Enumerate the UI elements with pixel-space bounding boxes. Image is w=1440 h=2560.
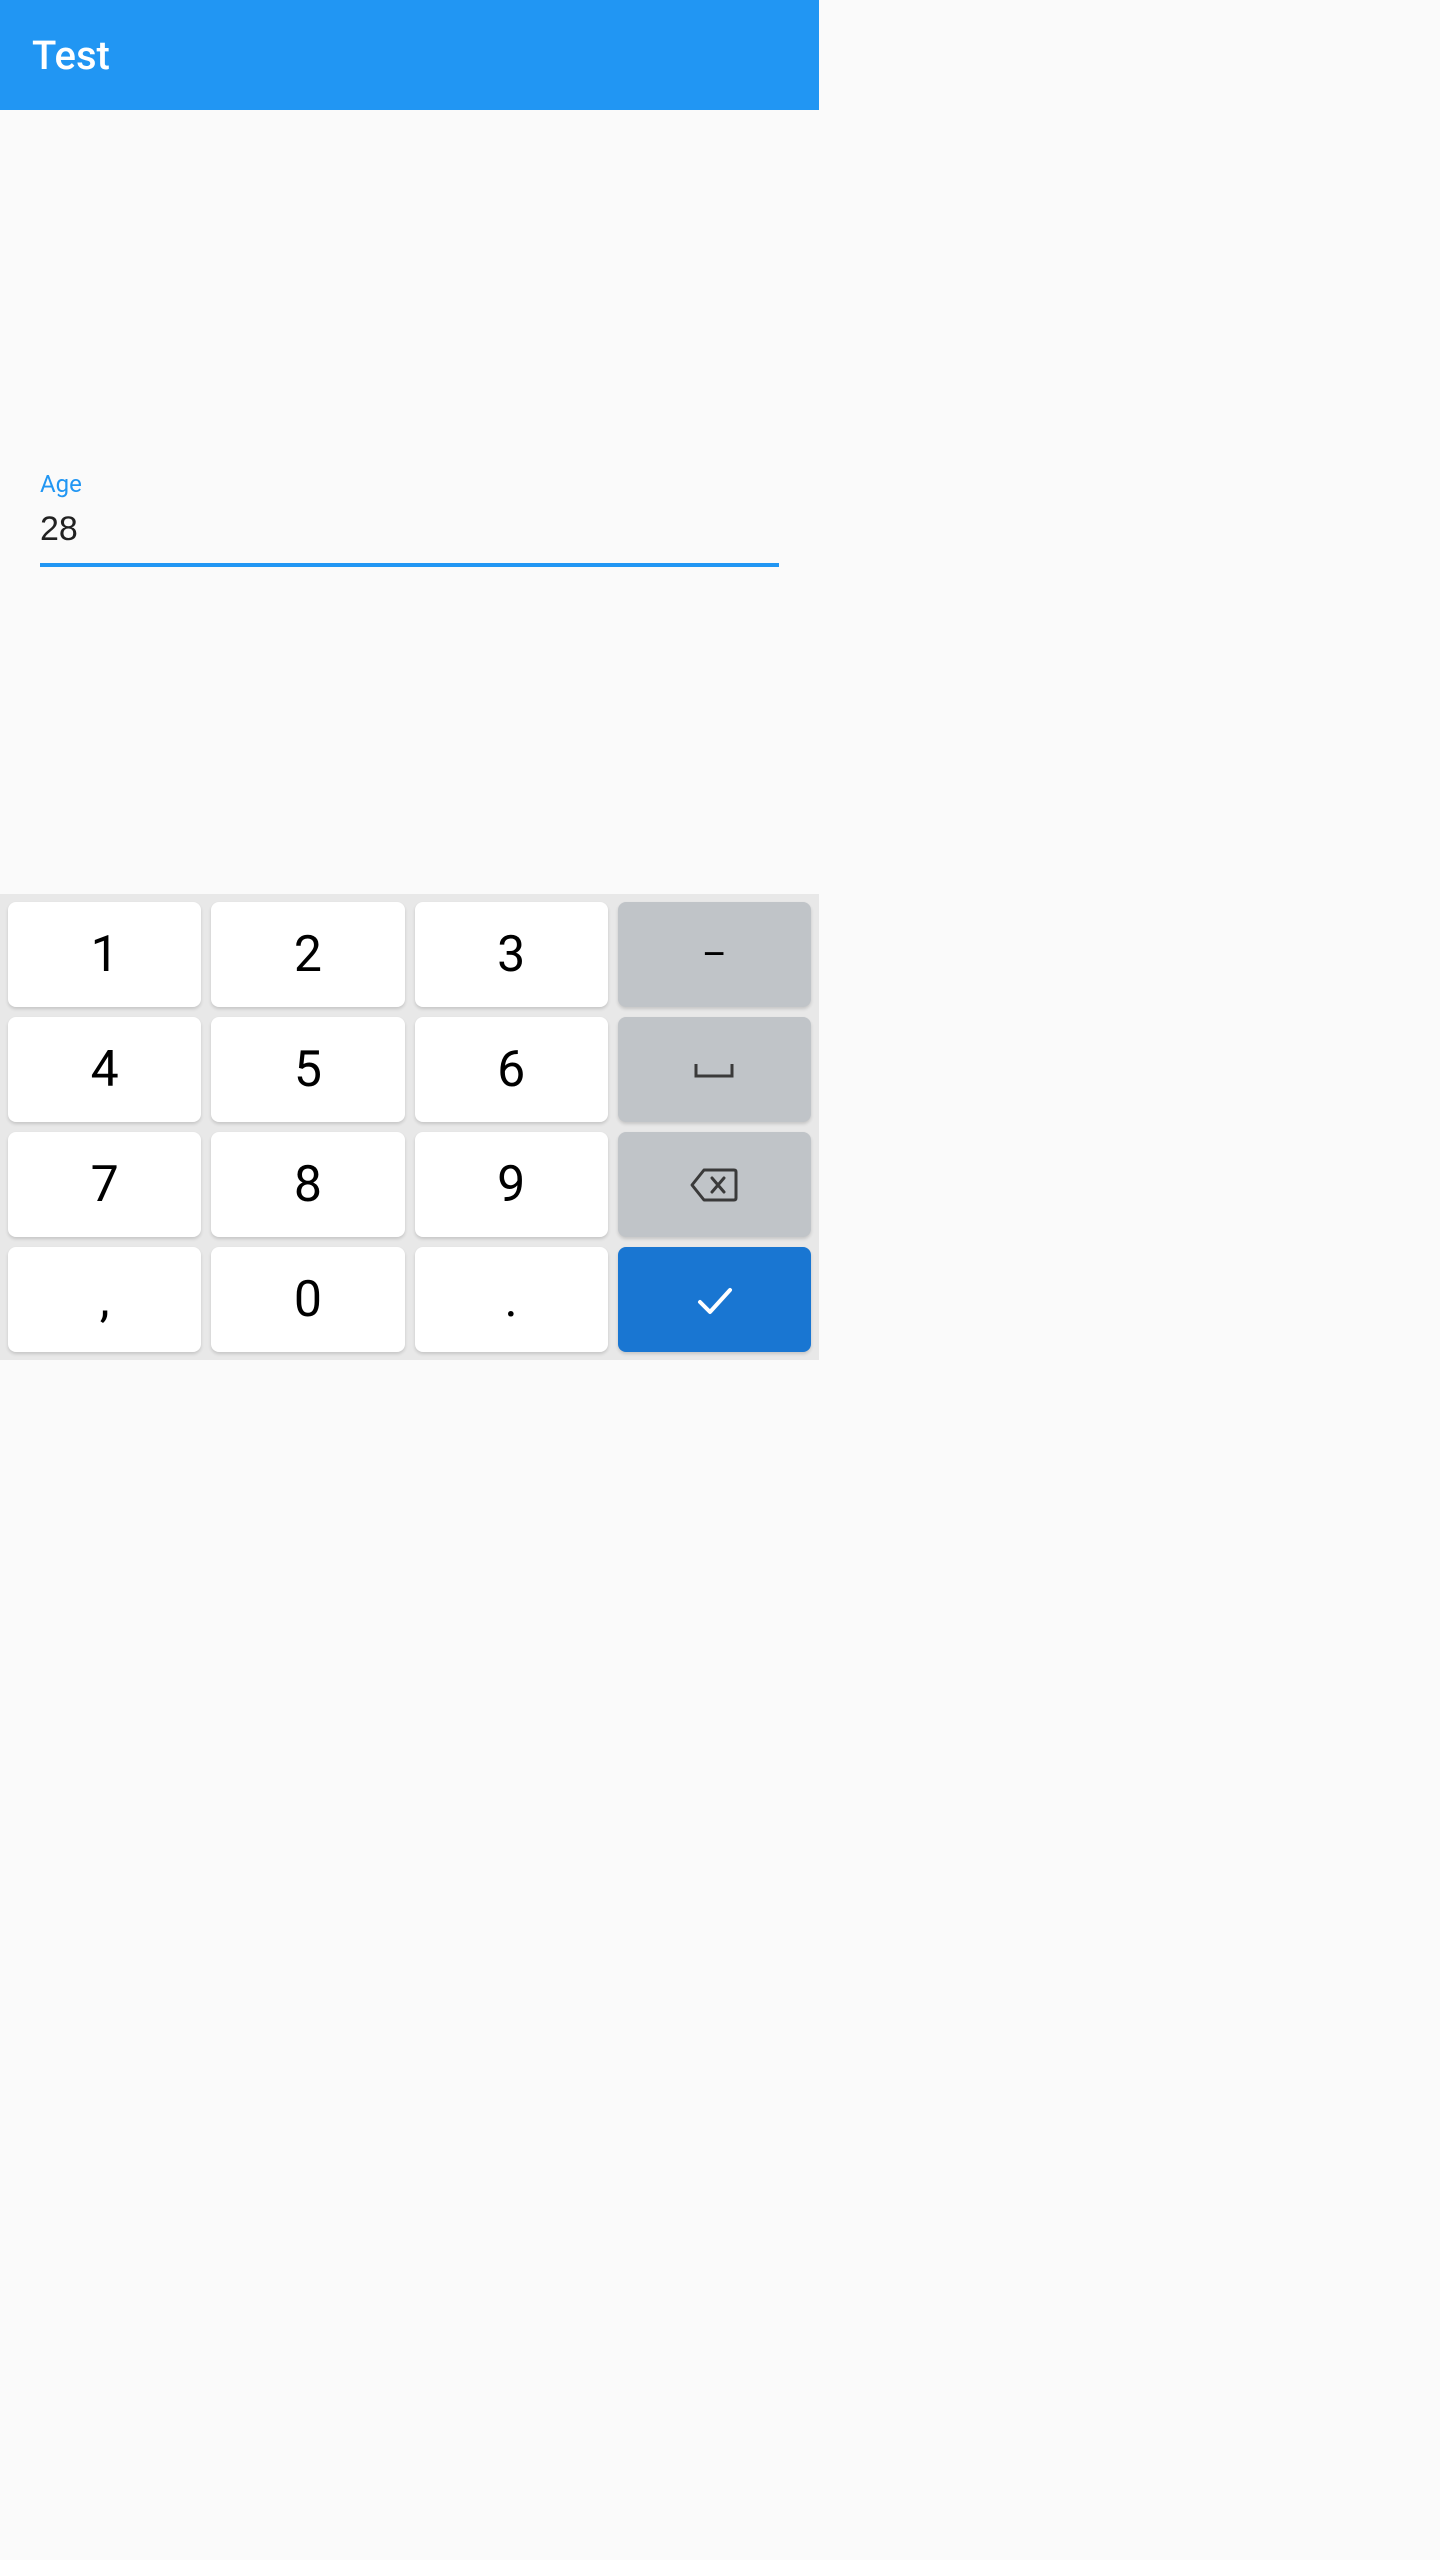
key-1[interactable]: 1	[8, 902, 201, 1007]
key-0[interactable]: 0	[211, 1247, 404, 1352]
numeric-keyboard: 1 2 3 – 4 5 6 7 8 9 , 0 .	[0, 894, 819, 1360]
space-bracket-icon	[694, 1062, 734, 1082]
app-header: Test	[0, 0, 819, 110]
key-8[interactable]: 8	[211, 1132, 404, 1237]
key-4[interactable]: 4	[8, 1017, 201, 1122]
key-period[interactable]: .	[415, 1247, 608, 1352]
key-backspace[interactable]	[618, 1132, 811, 1237]
app-title: Test	[32, 32, 110, 79]
content-area: Age	[0, 110, 819, 607]
key-space[interactable]	[618, 1017, 811, 1122]
backspace-icon	[690, 1166, 738, 1204]
key-5[interactable]: 5	[211, 1017, 404, 1122]
key-7[interactable]: 7	[8, 1132, 201, 1237]
key-3[interactable]: 3	[415, 902, 608, 1007]
minus-icon: –	[702, 933, 727, 977]
age-label: Age	[40, 470, 779, 498]
key-minus[interactable]: –	[618, 902, 811, 1007]
key-enter[interactable]	[618, 1247, 811, 1352]
age-input[interactable]	[40, 504, 779, 567]
key-2[interactable]: 2	[211, 902, 404, 1007]
space-icon	[694, 1048, 734, 1092]
key-9[interactable]: 9	[415, 1132, 608, 1237]
age-input-group: Age	[40, 470, 779, 567]
key-comma[interactable]: ,	[8, 1247, 201, 1352]
key-6[interactable]: 6	[415, 1017, 608, 1122]
checkmark-icon	[692, 1278, 736, 1322]
